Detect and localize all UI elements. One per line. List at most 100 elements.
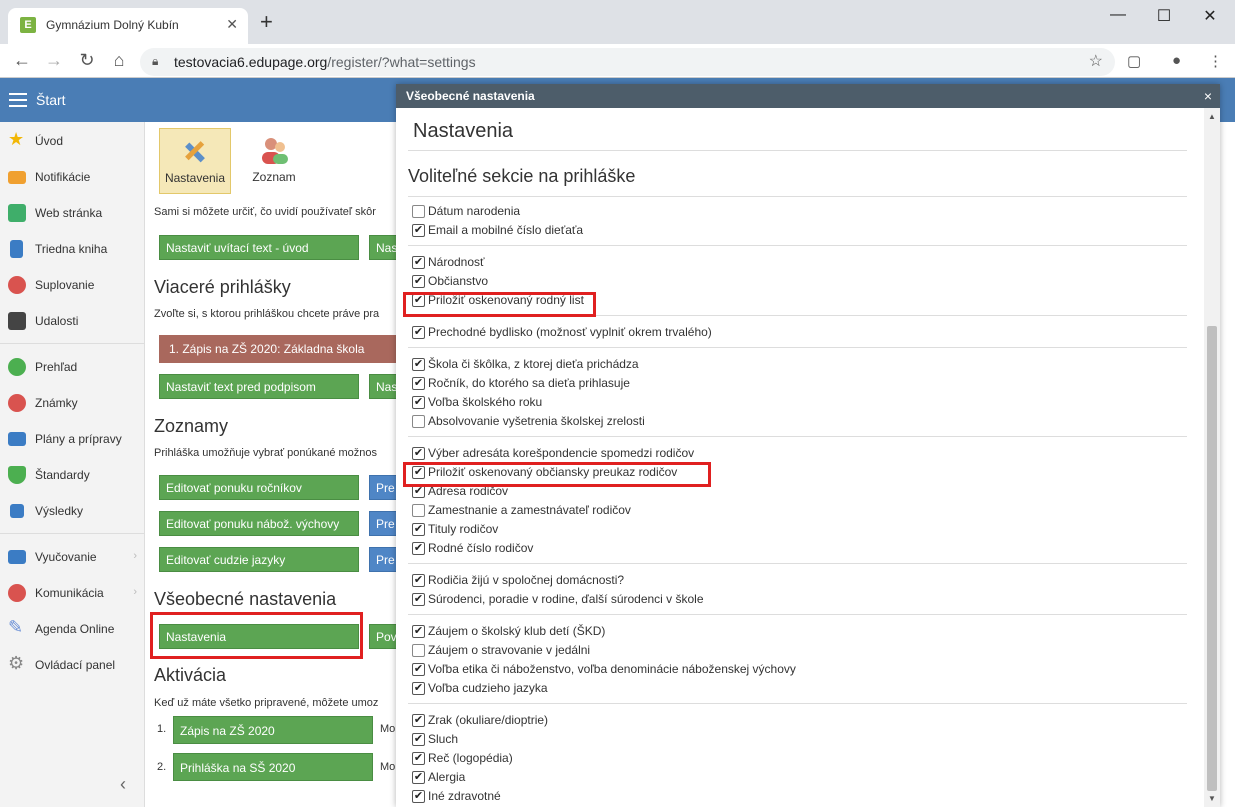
hamburger-menu-icon[interactable] — [9, 93, 27, 107]
scroll-up-icon[interactable]: ▲ — [1208, 112, 1216, 121]
checkbox-checked[interactable]: ✔ — [412, 752, 425, 765]
sidebar-item-label: Úvod — [35, 134, 64, 148]
window-close-button[interactable]: ✕ — [1187, 6, 1233, 26]
lock-icon: 🔒︎ — [152, 54, 159, 68]
checkbox-checked[interactable]: ✔ — [412, 771, 425, 784]
browser-menu-icon[interactable]: ⋮ — [1208, 52, 1223, 70]
start-link[interactable]: Štart — [36, 92, 66, 108]
preview-religion-button[interactable]: Pre — [369, 511, 396, 536]
checkbox-label: Rodné číslo rodičov — [428, 541, 534, 555]
checkbox-checked[interactable]: ✔ — [412, 542, 425, 555]
sidebar-item-suplovanie[interactable]: Suplovanie — [0, 266, 145, 302]
sidebar-item-vysledky[interactable]: Výsledky — [0, 492, 145, 528]
toolbar-label: Zoznam — [252, 170, 296, 184]
checkbox-label: Výber adresáta korešpondencie spomedzi r… — [428, 446, 695, 460]
new-tab-button[interactable]: + — [260, 11, 273, 33]
sidebar-item-agenda-online[interactable]: ✎ Agenda Online — [0, 610, 145, 646]
sidebar-item-vyucovanie[interactable]: Vyučovanie › — [0, 538, 145, 574]
browser-tab[interactable]: E Gymnázium Dolný Kubín ✕ — [8, 8, 248, 44]
activation-side[interactable]: Mo — [380, 723, 395, 735]
checkbox-checked[interactable]: ✔ — [412, 275, 425, 288]
scroll-thumb[interactable] — [1207, 326, 1217, 791]
sidebar-item-label: Udalosti — [35, 314, 79, 328]
activation-side[interactable]: Mo — [380, 761, 395, 773]
cast-icon[interactable]: ▢ — [1127, 52, 1141, 70]
edit-grades-button[interactable]: Editovať ponuku ročníkov — [159, 475, 359, 500]
divider — [408, 614, 1187, 615]
dialog-scrollbar[interactable]: ▲ ▼ — [1204, 108, 1220, 807]
profile-icon[interactable]: ● — [1172, 52, 1181, 69]
person-icon — [8, 276, 26, 294]
open-book-icon — [8, 550, 26, 564]
sidebar-divider — [0, 533, 145, 534]
edit-religion-button[interactable]: Editovať ponuku nábož. výchovy — [159, 511, 359, 536]
sidebar-item-standardy[interactable]: Štandardy — [0, 456, 145, 492]
preview-languages-button[interactable]: Pre — [369, 547, 396, 572]
welcome-text-button[interactable]: Nastaviť uvítací text - úvod — [159, 235, 359, 260]
checkbox-checked[interactable]: ✔ — [412, 682, 425, 695]
maximize-button[interactable]: ☐ — [1141, 6, 1187, 26]
sidebar-item-udalosti[interactable]: Udalosti — [0, 302, 145, 338]
checkbox-checked[interactable]: ✔ — [412, 714, 425, 727]
checkbox-unchecked[interactable] — [412, 504, 425, 517]
preview-grades-button[interactable]: Pre — [369, 475, 396, 500]
sidebar-item-znamky[interactable]: Známky — [0, 384, 145, 420]
checkbox-label: Rodičia žijú v spoločnej domácnosti? — [428, 573, 625, 587]
sidebar-item-web-stranka[interactable]: Web stránka — [0, 194, 145, 230]
sidebar-item-notifikacie[interactable]: Notifikácie — [0, 158, 145, 194]
sidebar-item-label: Suplovanie — [35, 278, 95, 292]
registration-select-button[interactable]: 1. Zápis na ZŠ 2020: Základna škola — [159, 335, 396, 363]
minimize-button[interactable]: — — [1095, 6, 1141, 24]
checkbox-unchecked[interactable] — [412, 644, 425, 657]
checkbox-label: Tituly rodičov — [428, 522, 499, 536]
checkbox-label: Voľba školského roku — [428, 395, 543, 409]
checkbox-checked[interactable]: ✔ — [412, 358, 425, 371]
sidebar-item-komunikacia[interactable]: Komunikácia › — [0, 574, 145, 610]
checkbox-checked[interactable]: ✔ — [412, 447, 425, 460]
checkbox-label: Národnosť — [428, 255, 485, 269]
checkbox-checked[interactable]: ✔ — [412, 396, 425, 409]
back-arrow-icon[interactable]: ← — [10, 50, 34, 71]
tab-close-icon[interactable]: ✕ — [226, 16, 238, 33]
dialog-close-icon[interactable]: × — [1204, 84, 1212, 108]
activation-number: 1. — [157, 723, 167, 735]
checkbox-checked[interactable]: ✔ — [412, 523, 425, 536]
toolbar-zoznam-button[interactable]: Zoznam — [238, 128, 310, 194]
chevron-right-icon: › — [133, 550, 137, 562]
checkbox-checked[interactable]: ✔ — [412, 790, 425, 803]
checkbox-checked[interactable]: ✔ — [412, 663, 425, 676]
general-side-button[interactable]: Pov — [369, 624, 396, 649]
home-icon[interactable]: ⌂ — [107, 50, 131, 71]
scroll-down-icon[interactable]: ▼ — [1208, 794, 1216, 803]
signature-side-button[interactable]: Nas — [369, 374, 396, 399]
checkbox-checked[interactable]: ✔ — [412, 326, 425, 339]
checkbox-checked[interactable]: ✔ — [412, 224, 425, 237]
sidebar-item-label: Triedna kniha — [35, 242, 108, 256]
sidebar-item-ovladaci-panel[interactable]: ⚙ Ovládací panel — [0, 646, 145, 682]
edit-languages-button[interactable]: Editovať cudzie jazyky — [159, 547, 359, 572]
checkbox-checked[interactable]: ✔ — [412, 733, 425, 746]
bookmark-star-icon[interactable]: ☆ — [1089, 51, 1103, 71]
checkbox-unchecked[interactable] — [412, 205, 425, 218]
divider — [408, 436, 1187, 437]
activation-zs-button[interactable]: Zápis na ZŠ 2020 — [173, 716, 373, 744]
home-icon — [8, 204, 26, 222]
toolbar-nastavenia-button[interactable]: Nastavenia — [159, 128, 231, 194]
welcome-side-button[interactable]: Nas — [369, 235, 396, 260]
checkbox-checked[interactable]: ✔ — [412, 377, 425, 390]
sidebar-item-uvod[interactable]: ★ Úvod — [0, 122, 145, 158]
sidebar-item-prehlad[interactable]: Prehľad — [0, 348, 145, 384]
sidebar-item-triedna-kniha[interactable]: Triedna kniha — [0, 230, 145, 266]
sidebar-item-plany-a-pripravy[interactable]: Plány a prípravy — [0, 420, 145, 456]
checkbox-checked[interactable]: ✔ — [412, 256, 425, 269]
sidebar-collapse-icon[interactable]: ‹ — [120, 774, 126, 795]
checkbox-checked[interactable]: ✔ — [412, 574, 425, 587]
activation-ss-button[interactable]: Prihláška na SŠ 2020 — [173, 753, 373, 781]
reload-icon[interactable]: ↻ — [75, 50, 99, 71]
checkbox-checked[interactable]: ✔ — [412, 593, 425, 606]
checkbox-unchecked[interactable] — [412, 415, 425, 428]
forward-arrow-icon[interactable]: → — [42, 50, 66, 71]
url-field[interactable]: 🔒︎ testovacia6.edupage.org/register/?wha… — [140, 48, 1115, 76]
checkbox-checked[interactable]: ✔ — [412, 625, 425, 638]
signature-text-button[interactable]: Nastaviť text pred podpisom — [159, 374, 359, 399]
